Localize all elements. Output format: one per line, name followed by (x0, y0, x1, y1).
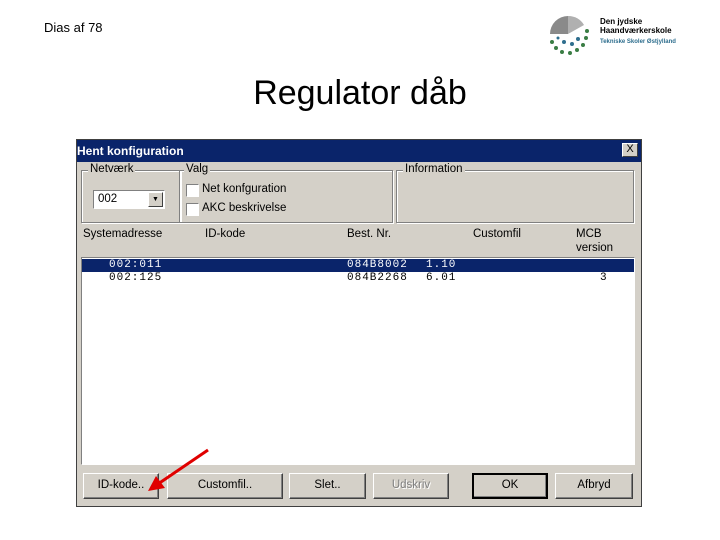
network-select[interactable]: 002 ▼ (93, 190, 165, 209)
column-header-id[interactable]: ID-kode (205, 227, 245, 241)
dialog-titlebar[interactable]: Hent konfiguration X (77, 140, 641, 162)
column-header-order[interactable]: Best. Nr. (347, 227, 391, 241)
information-group: Information (396, 163, 634, 223)
cell-order: 084B8002 (347, 259, 408, 271)
slide-title: Regulator dåb (253, 74, 467, 112)
logo-name-line1: Den jydske (600, 17, 643, 26)
cell-order: 084B2268 (347, 272, 408, 284)
table-row[interactable]: 002:011 084B8002 1.10 (82, 259, 634, 272)
cell-customfile: 6.01 (426, 272, 457, 284)
net-config-label: Net konfguration (202, 183, 287, 195)
logo-name-line2: Haandværkerskole (600, 26, 672, 35)
cancel-button[interactable]: Afbryd (555, 473, 633, 499)
checkbox-icon[interactable] (186, 203, 199, 216)
cell-mcb: 3 (600, 272, 608, 284)
delete-button[interactable]: Slet.. (289, 473, 366, 499)
device-list[interactable]: 002:011 084B8002 1.10 002:125 084B2268 6… (81, 257, 635, 465)
column-header-mcb-line1: MCB (576, 228, 602, 240)
close-icon: X (626, 143, 634, 155)
column-header-mcb-line2: version (576, 242, 614, 254)
network-legend: Netværk (88, 163, 136, 175)
cell-address: 002:125 (109, 272, 163, 284)
network-group: Netværk 002 ▼ (81, 163, 181, 223)
column-header-mcb[interactable]: MCB version (576, 227, 613, 255)
logo-subtitle: Tekniske Skoler Østjylland (600, 39, 676, 45)
column-header-customfile[interactable]: Customfil (473, 227, 521, 241)
config-dialog: Hent konfiguration X Netværk 002 ▼ Valg … (76, 139, 642, 507)
cell-address: 002:011 (109, 259, 163, 271)
network-select-value: 002 (98, 193, 118, 205)
school-logo: Den jydske Haandværkerskole Tekniske Sko… (544, 12, 694, 56)
table-row[interactable]: 002:125 084B2268 6.01 3 (82, 272, 634, 285)
id-code-button[interactable]: ID-kode.. (83, 473, 159, 499)
column-header-address[interactable]: Systemadresse (83, 227, 162, 241)
information-legend: Information (403, 163, 465, 175)
print-button[interactable]: Udskriv (373, 473, 449, 499)
logo-mark-icon (550, 15, 589, 55)
akc-description-label: AKC beskrivelse (202, 202, 287, 214)
options-legend: Valg (184, 163, 211, 175)
ok-button[interactable]: OK (472, 473, 548, 499)
slide-number: Dias af 78 (44, 20, 103, 35)
cell-customfile: 1.10 (426, 259, 457, 271)
chevron-down-icon[interactable]: ▼ (148, 192, 163, 207)
options-group: Valg Net konfguration AKC beskrivelse (179, 163, 393, 223)
close-button[interactable]: X (622, 143, 638, 157)
customfile-button[interactable]: Customfil.. (167, 473, 283, 499)
checkbox-icon[interactable] (186, 184, 199, 197)
dialog-title: Hent konfiguration (77, 144, 184, 158)
